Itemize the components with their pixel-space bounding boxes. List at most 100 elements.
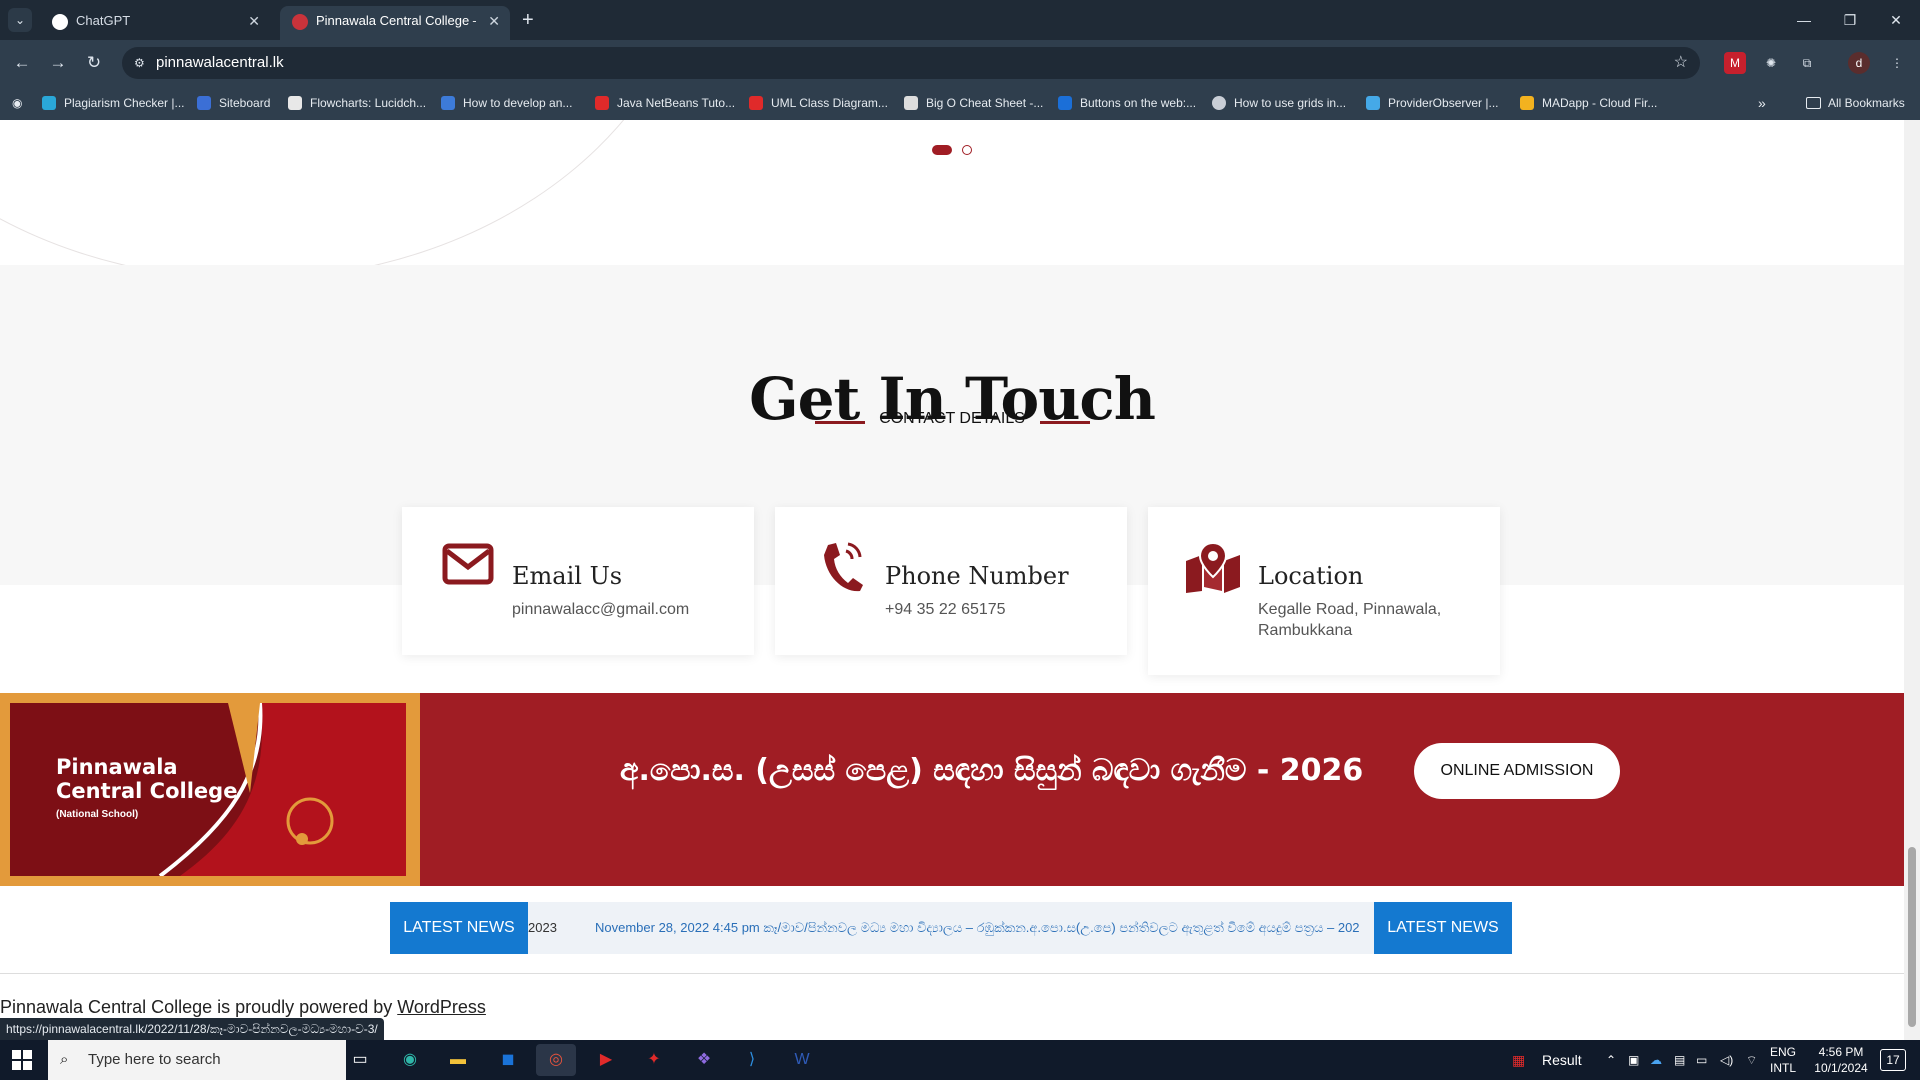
extension-m-icon[interactable]: M xyxy=(1724,52,1746,74)
bookmark-label: ProviderObserver |... xyxy=(1388,96,1499,110)
bookmark-label: Buttons on the web:... xyxy=(1080,96,1197,110)
footer-credit: Pinnawala Central College is proudly pow… xyxy=(0,997,486,1018)
notification-count: 17 xyxy=(1880,1049,1906,1071)
bookmark-favicon-icon xyxy=(441,96,455,110)
word-icon[interactable]: W xyxy=(782,1044,822,1076)
apps-icon[interactable]: ◉ xyxy=(12,86,22,120)
extension-ai-icon[interactable]: ✺ xyxy=(1760,52,1782,74)
news-item-link[interactable]: November 28, 2022 4:45 pm කෑ/මාව/පින්නවල… xyxy=(595,902,1360,954)
wifi-icon[interactable]: ⌔ xyxy=(1746,1040,1757,1080)
bookmark-item[interactable]: How to develop an... xyxy=(441,86,572,120)
page-scrollbar[interactable] xyxy=(1904,120,1920,1040)
windows-start-icon[interactable] xyxy=(12,1050,32,1070)
close-tab-icon[interactable]: ✕ xyxy=(248,6,260,36)
outlook-icon[interactable]: ◼ xyxy=(488,1044,528,1076)
bookmark-item[interactable]: ProviderObserver |... xyxy=(1366,86,1498,120)
site-info-icon[interactable]: ⚙ xyxy=(134,55,150,71)
page-viewport: Get In Touch CONTACT DETAILS Email Us pi… xyxy=(0,120,1904,1040)
more-bookmarks-chevron-icon[interactable]: » xyxy=(1758,86,1766,120)
minimize-button[interactable]: — xyxy=(1784,6,1824,34)
tab-chatgpt[interactable]: ChatGPT ✕ xyxy=(40,6,270,40)
reload-button[interactable]: ↻ xyxy=(82,51,106,75)
slider-dot-active[interactable] xyxy=(932,145,952,155)
folder-icon xyxy=(1806,97,1821,109)
bookmark-label: Plagiarism Checker |... xyxy=(64,96,185,110)
youtube-icon xyxy=(595,96,609,110)
bookmark-label: Flowcharts: Lucidch... xyxy=(310,96,427,110)
bookmark-item[interactable]: Java NetBeans Tuto... xyxy=(595,86,735,120)
slider-dot[interactable] xyxy=(962,145,972,155)
restore-button[interactable]: ❐ xyxy=(1830,6,1870,34)
url-text[interactable]: pinnawalacentral.lk xyxy=(156,47,284,79)
bookmark-label: Big O Cheat Sheet -... xyxy=(926,96,1044,110)
edge-icon[interactable]: ◉ xyxy=(390,1044,430,1076)
clock-date: 10/1/2024 xyxy=(1814,1061,1868,1075)
result-app-icon[interactable]: ▦ xyxy=(1512,1040,1525,1080)
card-title: Location xyxy=(1258,562,1364,590)
profile-avatar[interactable]: d xyxy=(1848,52,1870,74)
globe-icon xyxy=(1212,96,1226,110)
location-line: Kegalle Road, Pinnawala, xyxy=(1258,601,1442,618)
forward-button[interactable]: → xyxy=(46,51,70,75)
bookmark-item[interactable]: How to use grids in... xyxy=(1212,86,1346,120)
taskbar-search-box[interactable]: ⌕ Type here to search xyxy=(48,1040,346,1080)
chrome-icon[interactable]: ◎ xyxy=(536,1044,576,1076)
email-value[interactable]: pinnawalacc@gmail.com xyxy=(512,599,689,620)
onedrive-icon[interactable]: ☁ xyxy=(1650,1040,1662,1080)
bookmark-star-icon[interactable]: ☆ xyxy=(1674,47,1688,79)
bookmark-item[interactable]: Siteboard xyxy=(197,86,270,120)
search-placeholder: Type here to search xyxy=(88,1051,221,1068)
bookmark-item[interactable]: Buttons on the web:... xyxy=(1058,86,1196,120)
tab-title: Pinnawala Central College – We xyxy=(316,13,476,28)
file-explorer-icon[interactable]: ▬ xyxy=(438,1044,478,1076)
bookmark-favicon-icon xyxy=(1058,96,1072,110)
bookmark-item[interactable]: MADapp - Cloud Fir... xyxy=(1520,86,1657,120)
online-admission-button[interactable]: ONLINE ADMISSION xyxy=(1414,743,1620,799)
browser-menu-icon[interactable]: ⋮ xyxy=(1886,52,1908,74)
task-view-icon[interactable]: ▭ xyxy=(340,1044,380,1076)
app-icon[interactable]: ✦ xyxy=(634,1044,674,1076)
bookmark-item[interactable]: UML Class Diagram... xyxy=(749,86,888,120)
all-bookmarks-button[interactable]: All Bookmarks xyxy=(1806,86,1905,120)
bookmark-item[interactable]: Flowcharts: Lucidch... xyxy=(288,86,426,120)
close-window-button[interactable]: ✕ xyxy=(1876,6,1916,34)
email-card: Email Us pinnawalacc@gmail.com xyxy=(402,507,754,655)
contact-subtitle: CONTACT DETAILS xyxy=(879,410,1025,427)
tray-display-icon[interactable]: ▤ xyxy=(1674,1040,1685,1080)
tray-app-icon[interactable]: ▣ xyxy=(1628,1040,1639,1080)
vscode-icon[interactable]: ⟩ xyxy=(732,1044,772,1076)
omnibox[interactable]: ⚙ pinnawalacentral.lk ☆ xyxy=(122,47,1700,79)
scrollbar-thumb[interactable] xyxy=(1908,847,1916,1027)
volume-icon[interactable]: ◁) xyxy=(1720,1040,1733,1080)
decorative-arc xyxy=(0,120,700,265)
phone-icon xyxy=(824,542,863,592)
clock[interactable]: 4:56 PM 10/1/2024 xyxy=(1806,1044,1876,1076)
language-indicator[interactable]: ENG INTL xyxy=(1766,1044,1800,1076)
bookmark-favicon-icon xyxy=(288,96,302,110)
notifications-badge[interactable]: 17 xyxy=(1880,1040,1906,1080)
search-icon: ⌕ xyxy=(60,1051,69,1068)
new-tab-button[interactable]: + xyxy=(522,8,534,32)
tab-search-button[interactable]: ⌄ xyxy=(8,8,32,32)
hero-slider-bottom xyxy=(0,120,1904,265)
battery-icon[interactable]: ▭ xyxy=(1696,1040,1707,1080)
bookmarks-bar: ◉ Plagiarism Checker |... Siteboard Flow… xyxy=(0,86,1920,120)
extensions-puzzle-icon[interactable]: ⧉ xyxy=(1796,52,1818,74)
bookmark-item[interactable]: Big O Cheat Sheet -... xyxy=(904,86,1043,120)
wordpress-link[interactable]: WordPress xyxy=(397,997,486,1017)
browser-tab-bar: ⌄ ChatGPT ✕ Pinnawala Central College – … xyxy=(0,0,1920,40)
tab-pinnawala[interactable]: Pinnawala Central College – We ✕ xyxy=(280,6,510,40)
footer-divider xyxy=(0,973,1904,974)
copilot-icon[interactable]: ❖ xyxy=(684,1044,724,1076)
bookmark-item[interactable]: Plagiarism Checker |... xyxy=(42,86,185,120)
bookmark-label: Siteboard xyxy=(219,96,271,110)
close-tab-icon[interactable]: ✕ xyxy=(488,6,500,36)
result-label[interactable]: Result xyxy=(1542,1040,1582,1080)
youtube-icon[interactable]: ▶ xyxy=(586,1044,626,1076)
phone-value[interactable]: +94 35 22 65175 xyxy=(885,599,1006,620)
bookmark-favicon-icon xyxy=(42,96,56,110)
back-button[interactable]: ← xyxy=(10,51,34,75)
language-line: ENG xyxy=(1769,1045,1796,1059)
tray-chevron-icon[interactable]: ⌃ xyxy=(1606,1040,1616,1080)
firebase-icon xyxy=(1520,96,1534,110)
